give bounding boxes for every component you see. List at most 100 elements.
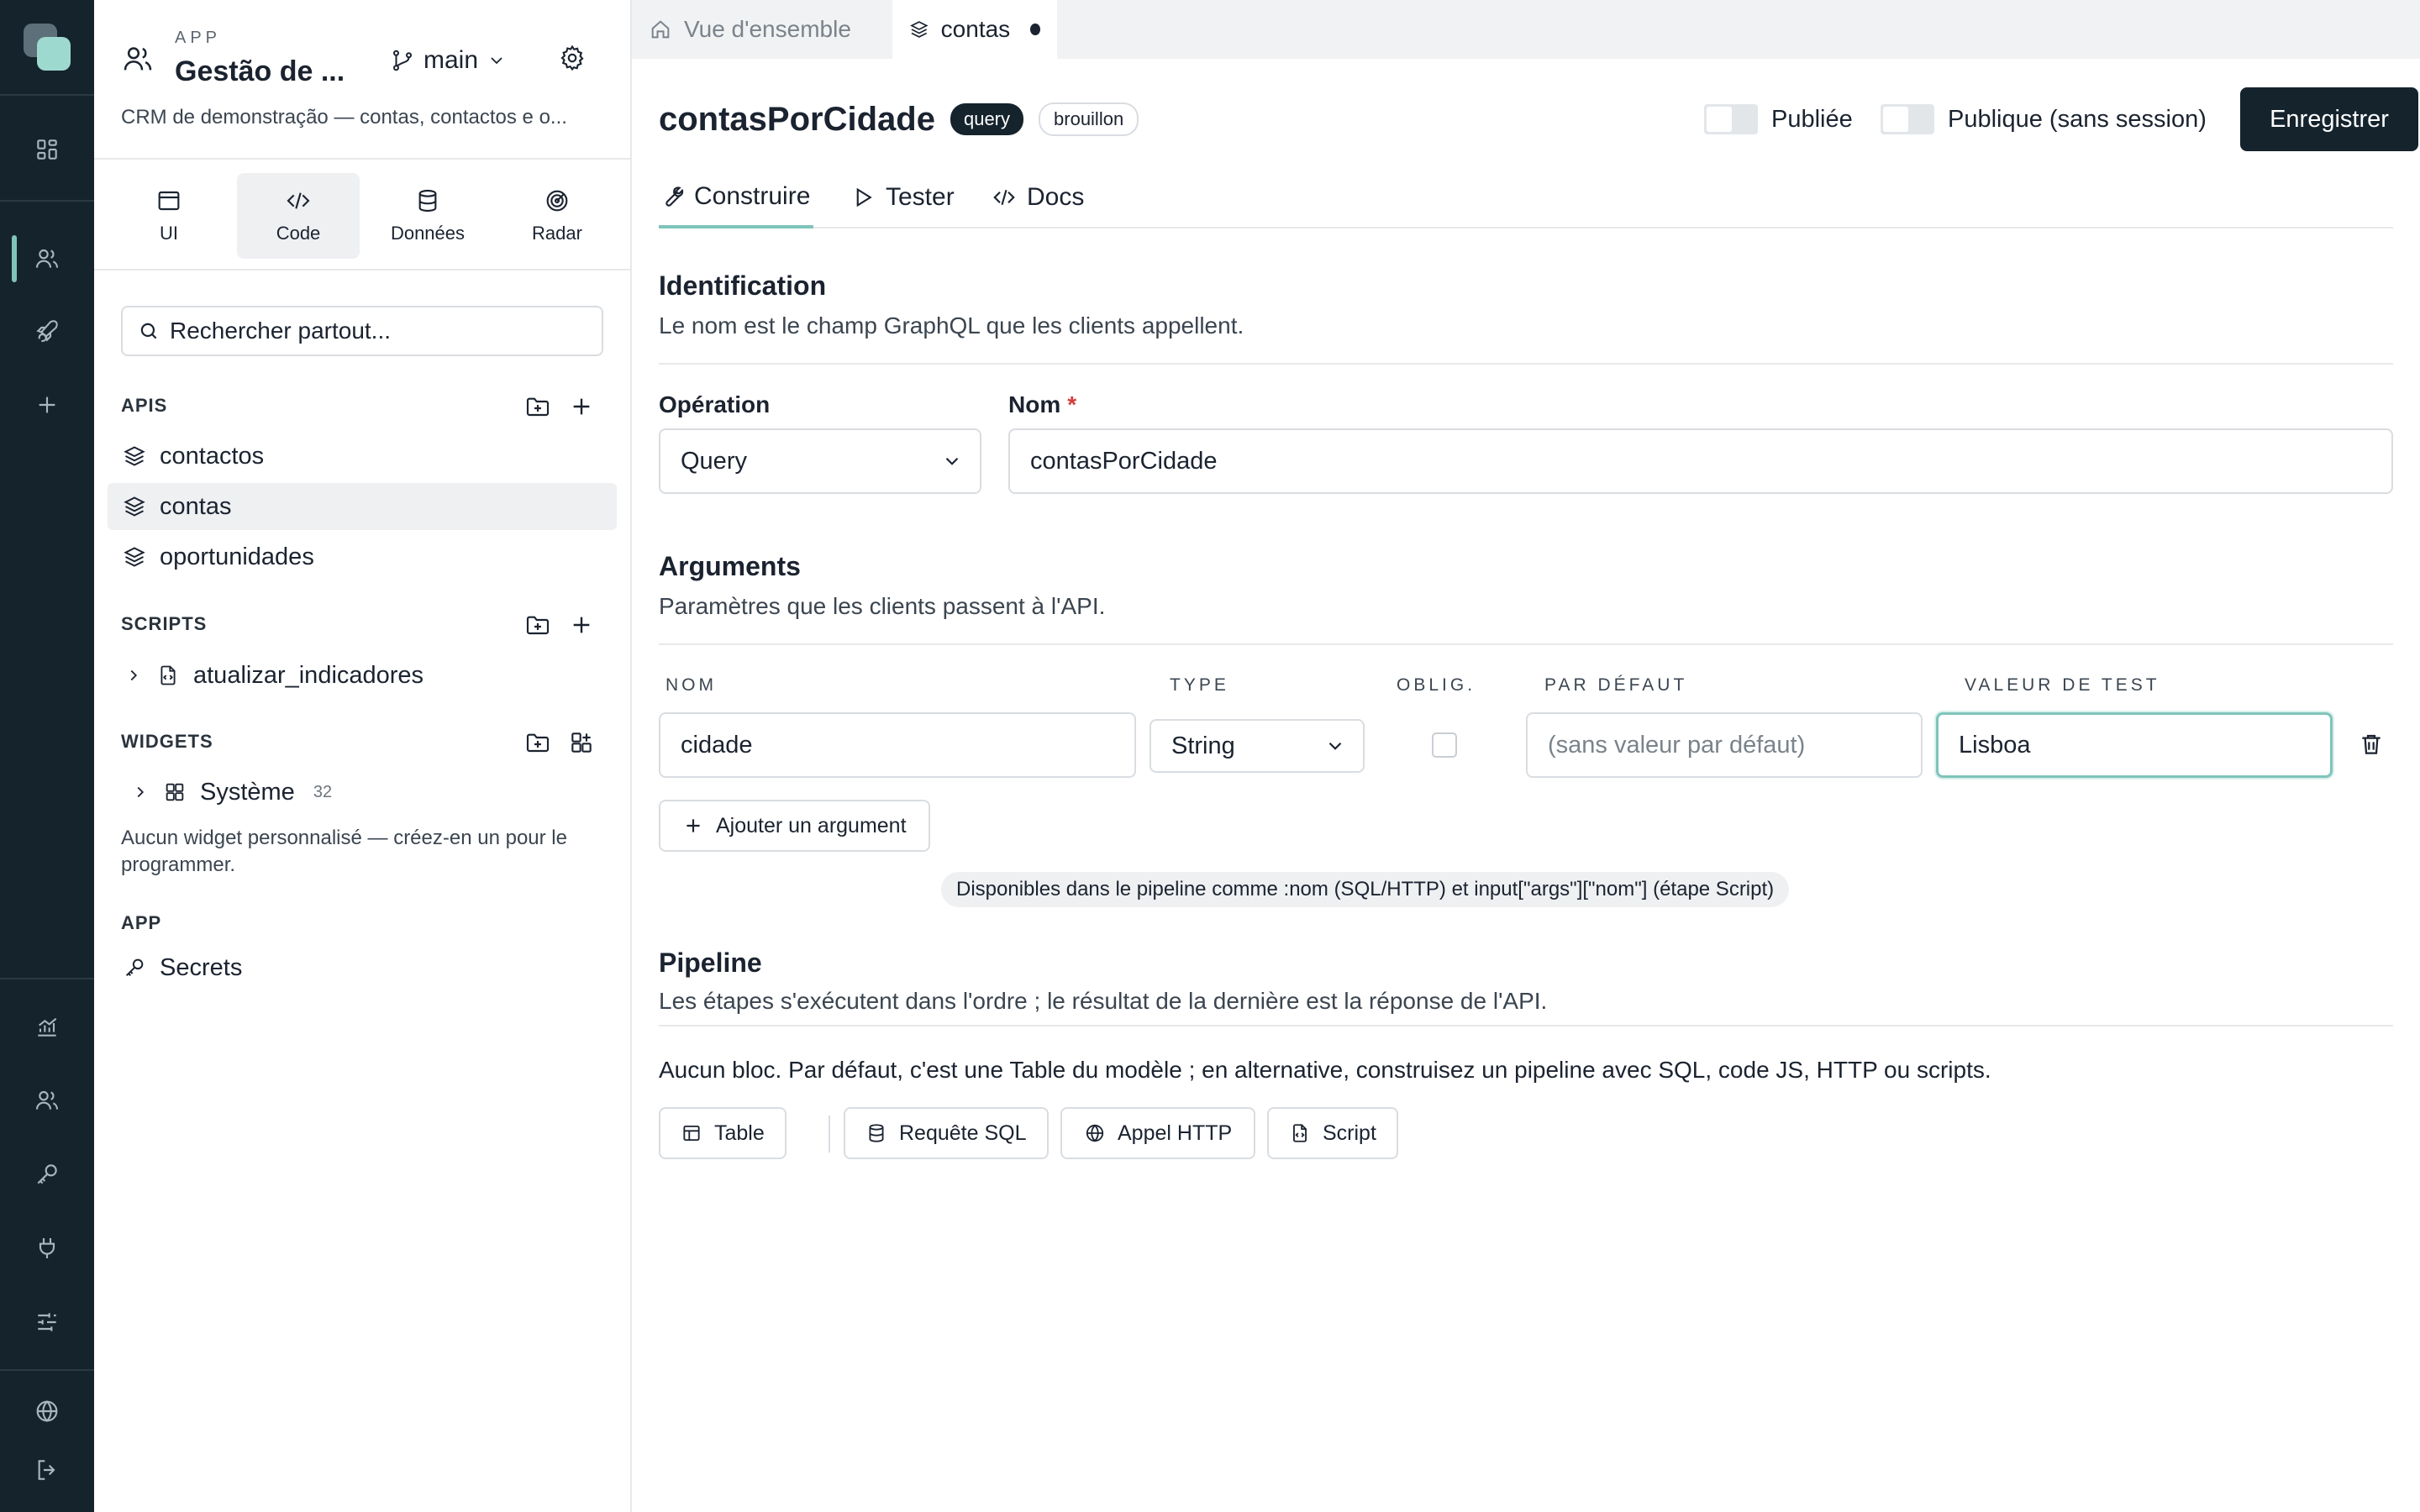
radar-icon — [546, 190, 568, 212]
layers-icon — [124, 496, 145, 517]
argument-type-select[interactable]: String — [1150, 719, 1365, 773]
add-script-block-button[interactable]: Script — [1267, 1107, 1398, 1159]
branch-icon — [393, 50, 412, 71]
column-header-test-value: VALEUR DE TEST — [1965, 675, 2160, 695]
argument-name-input[interactable] — [659, 712, 1136, 778]
add-table-block-button[interactable]: Table — [659, 1107, 786, 1159]
mode-label: Code — [276, 223, 321, 244]
chevron-right-icon — [130, 669, 138, 681]
layers-icon — [124, 446, 145, 466]
branch-selector[interactable]: main — [390, 44, 507, 77]
key-icon[interactable] — [27, 1154, 67, 1194]
mode-switcher: UI Code Données Radar — [94, 161, 630, 270]
team-icon[interactable] — [27, 1080, 67, 1121]
window-icon — [158, 191, 180, 211]
add-http-block-button[interactable]: Appel HTTP — [1060, 1107, 1256, 1159]
add-argument-button[interactable]: Ajouter un argument — [659, 800, 930, 852]
script-item-atualizar-indicadores[interactable]: atualizar_indicadores — [108, 652, 617, 699]
name-input[interactable] — [1008, 428, 2393, 494]
section-title-apis: APIS — [121, 395, 168, 416]
widget-item-label: Système — [200, 778, 295, 806]
users-icon[interactable] — [27, 239, 67, 279]
mode-ui[interactable]: UI — [108, 173, 230, 259]
argument-test-value-input[interactable] — [1936, 712, 2333, 778]
column-header-name: NOM — [666, 675, 717, 695]
plus-icon — [687, 819, 700, 832]
add-sql-block-button[interactable]: Requête SQL — [844, 1107, 1049, 1159]
api-item-contas[interactable]: contas — [108, 483, 617, 530]
title-row: contasPorCidade query brouillon — [659, 96, 1139, 143]
search-input[interactable] — [170, 318, 590, 344]
subtab-test[interactable]: Tester — [850, 168, 955, 227]
operation-select[interactable]: Query — [659, 428, 981, 494]
divider — [659, 1025, 2393, 1026]
save-button[interactable]: Enregistrer — [2240, 87, 2418, 151]
grid-icon[interactable] — [27, 129, 67, 170]
plus-icon[interactable] — [566, 391, 597, 422]
gear-icon[interactable] — [558, 44, 588, 74]
subtab-label: Docs — [1027, 183, 1085, 211]
kind-badge: query — [950, 103, 1024, 135]
rocket-icon[interactable] — [27, 311, 67, 351]
subtabs: Construire Tester Docs — [659, 168, 2393, 228]
api-item-oportunidades[interactable]: oportunidades — [108, 533, 617, 580]
key-icon — [125, 958, 144, 977]
mode-data[interactable]: Données — [366, 173, 489, 259]
tab-contas[interactable]: contas — [892, 0, 1057, 59]
wrench-icon — [666, 186, 684, 207]
column-header-default: PAR DÉFAUT — [1544, 675, 1688, 695]
api-item-contactos[interactable]: contactos — [108, 433, 617, 480]
globe-icon[interactable] — [27, 1391, 67, 1431]
published-toggle[interactable]: Publiée — [1704, 102, 1853, 136]
toggle-label: Publiée — [1771, 105, 1853, 133]
chevron-down-icon — [945, 457, 959, 465]
widget-item-systeme[interactable]: Système 32 — [108, 769, 617, 816]
argument-required-checkbox[interactable] — [1432, 732, 1457, 758]
code-icon — [993, 189, 1015, 206]
app-item-secrets[interactable]: Secrets — [108, 944, 617, 991]
logout-icon[interactable] — [27, 1450, 67, 1490]
logo[interactable] — [24, 24, 71, 71]
add-argument-label: Ajouter un argument — [716, 813, 907, 837]
tab-bar: Vue d'ensemble contas — [632, 0, 2420, 59]
plus-icon[interactable] — [27, 385, 67, 425]
api-item-label: oportunidades — [160, 543, 314, 570]
new-folder-icon[interactable] — [523, 727, 553, 758]
toggle-switch[interactable] — [1704, 104, 1758, 134]
trash-icon[interactable] — [2354, 727, 2388, 761]
app-name[interactable]: Gestão de ... — [175, 55, 368, 88]
status-badge: brouillon — [1039, 102, 1139, 136]
section-pipeline-title: Pipeline — [659, 948, 762, 978]
argument-default-input[interactable] — [1526, 712, 1923, 778]
unsaved-dot — [1030, 24, 1040, 35]
section-identification-title: Identification — [659, 270, 827, 301]
public-toggle[interactable]: Publique (sans session) — [1881, 102, 2207, 136]
section-arguments-title: Arguments — [659, 551, 801, 581]
toggle-switch[interactable] — [1881, 104, 1934, 134]
block-label: Table — [714, 1121, 765, 1145]
script-item-label: atualizar_indicadores — [193, 661, 424, 689]
mode-radar[interactable]: Radar — [496, 173, 618, 259]
new-folder-icon[interactable] — [523, 391, 553, 422]
app-description: CRM de demonstração — contas, contactos … — [121, 106, 567, 129]
play-icon — [856, 187, 872, 207]
add-widget-icon[interactable] — [566, 727, 597, 758]
table-icon — [683, 1125, 700, 1142]
users-icon — [121, 42, 155, 76]
new-folder-icon[interactable] — [523, 610, 553, 640]
subtab-build[interactable]: Construire — [659, 168, 813, 228]
block-label: Requête SQL — [899, 1121, 1027, 1145]
globe-icon — [1086, 1124, 1104, 1142]
section-title-scripts: SCRIPTS — [121, 613, 208, 634]
subtab-docs[interactable]: Docs — [992, 168, 1084, 227]
plus-icon[interactable] — [566, 610, 597, 640]
tab-overview[interactable]: Vue d'ensemble — [632, 0, 892, 59]
chart-icon[interactable] — [27, 1006, 67, 1047]
chevron-down-icon — [491, 57, 502, 65]
sliders-icon[interactable] — [27, 1302, 67, 1342]
search-box[interactable] — [121, 306, 603, 356]
mode-code[interactable]: Code — [237, 173, 360, 259]
widgets-empty-note: Aucun widget personnalisé — créez-en un … — [121, 827, 567, 876]
app-item-label: Secrets — [160, 953, 243, 981]
plug-icon[interactable] — [27, 1228, 67, 1268]
